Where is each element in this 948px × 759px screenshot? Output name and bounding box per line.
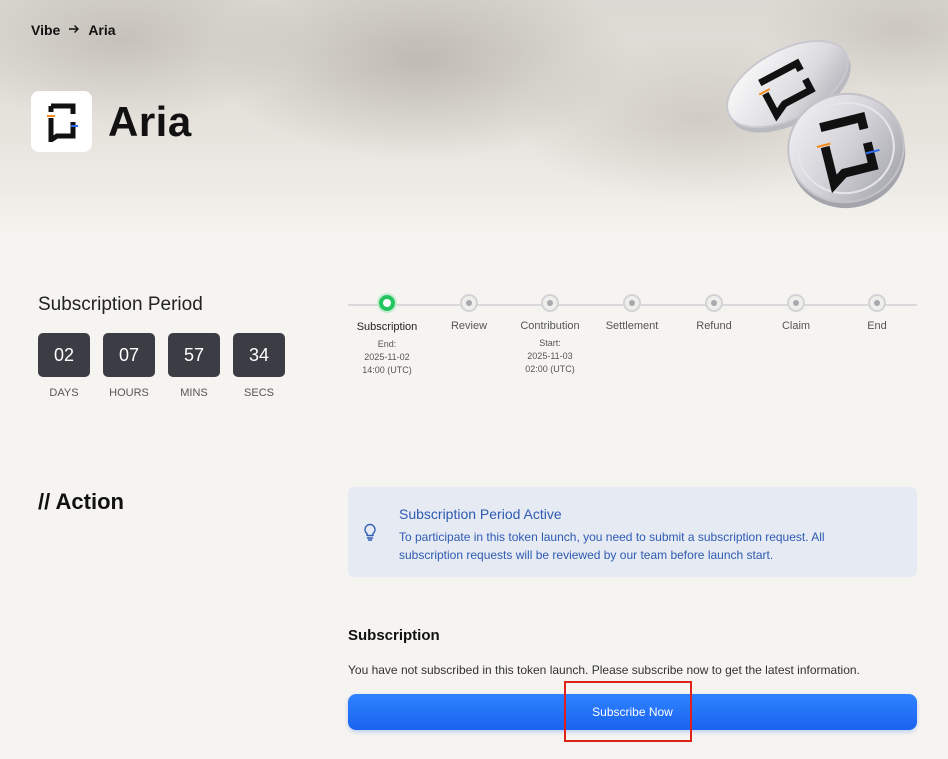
timeline-step-refund: Refund xyxy=(674,294,754,332)
step-dot-icon xyxy=(460,294,478,312)
timeline-step-label: Subscription xyxy=(356,321,418,333)
timeline-step-label: Claim xyxy=(781,320,811,332)
countdown-value: 34 xyxy=(233,333,285,377)
step-dot-icon xyxy=(787,294,805,312)
breadcrumb: Vibe Aria xyxy=(31,22,116,38)
countdown-label: SECS xyxy=(244,387,274,399)
countdown-value: 02 xyxy=(38,333,90,377)
timeline-step-label: End xyxy=(867,320,887,332)
countdown-label: MINS xyxy=(180,387,208,399)
step-dot-icon xyxy=(868,294,886,312)
step-dot-icon xyxy=(541,294,559,312)
subscription-active-alert: Subscription Period Active To participat… xyxy=(348,487,917,577)
project-header: Aria xyxy=(31,91,192,152)
countdown-hours: 07 HOURS xyxy=(103,333,155,399)
timeline-step-detail: Start: 2025-11-03 02:00 (UTC) xyxy=(525,338,575,374)
alert-message: To participate in this token launch, you… xyxy=(399,530,825,562)
countdown-label: DAYS xyxy=(49,387,79,399)
countdown-timer: 02 DAYS 07 HOURS 57 MINS 34 SECS xyxy=(38,333,285,399)
breadcrumb-vibe-link[interactable]: Vibe xyxy=(31,22,60,38)
countdown-value: 07 xyxy=(103,333,155,377)
arrow-right-icon xyxy=(68,22,80,38)
lightbulb-icon xyxy=(363,523,377,546)
timeline-step-claim: Claim xyxy=(756,294,836,332)
timeline-step-review: Review xyxy=(429,294,509,332)
subscription-heading: Subscription xyxy=(348,627,440,644)
timeline-step-detail: End: 2025-11-02 14:00 (UTC) xyxy=(362,339,412,375)
timeline-step-settlement: Settlement xyxy=(592,294,672,332)
countdown-label: HOURS xyxy=(109,387,149,399)
step-active-dot-icon xyxy=(377,293,397,313)
subscribe-now-button[interactable]: Subscribe Now xyxy=(348,694,917,730)
timeline-step-subscription: Subscription End: 2025-11-02 14:00 (UTC) xyxy=(347,293,427,377)
countdown-mins: 57 MINS xyxy=(168,333,220,399)
step-dot-icon xyxy=(623,294,641,312)
aria-logo-icon xyxy=(31,91,92,152)
subscription-message: You have not subscribed in this token la… xyxy=(348,663,860,677)
coins-illustration xyxy=(718,30,918,210)
launch-timeline: Subscription End: 2025-11-02 14:00 (UTC)… xyxy=(347,293,917,394)
project-name: Aria xyxy=(108,97,192,145)
step-dot-icon xyxy=(705,294,723,312)
action-section-title: // Action xyxy=(38,489,124,514)
timeline-step-contribution: Contribution Start: 2025-11-03 02:00 (UT… xyxy=(510,294,590,376)
countdown-secs: 34 SECS xyxy=(233,333,285,399)
countdown-days: 02 DAYS xyxy=(38,333,90,399)
subscription-period-title: Subscription Period xyxy=(38,294,203,315)
timeline-step-label: Review xyxy=(450,320,488,332)
breadcrumb-current: Aria xyxy=(88,22,116,38)
timeline-step-label: Refund xyxy=(696,320,732,332)
timeline-step-label: Settlement xyxy=(605,320,659,332)
alert-title: Subscription Period Active xyxy=(399,506,562,522)
timeline-step-label: Contribution xyxy=(520,320,580,332)
countdown-value: 57 xyxy=(168,333,220,377)
timeline-step-end: End xyxy=(837,294,917,332)
